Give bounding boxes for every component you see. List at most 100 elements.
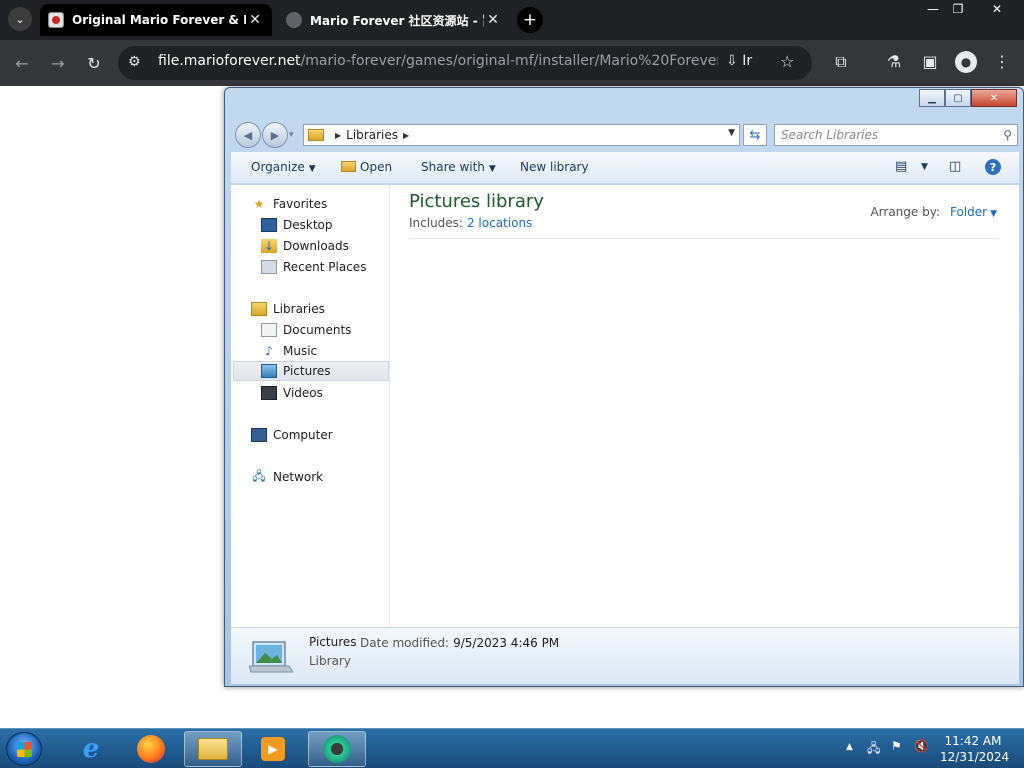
divider [409, 238, 999, 239]
breadcrumb-arrow-icon[interactable]: ▶ [403, 131, 409, 140]
back-icon[interactable]: ◀ [235, 122, 261, 148]
documents-icon [261, 323, 277, 337]
nav-item-libraries[interactable]: Libraries [251, 299, 325, 319]
file-explorer-icon[interactable] [184, 731, 242, 767]
forward-icon[interactable]: ▶ [262, 122, 288, 148]
arrange-by-dropdown[interactable]: Folder [950, 205, 987, 219]
close-icon[interactable]: ✕ [971, 89, 1017, 107]
maximize-icon[interactable]: ▢ [945, 89, 971, 107]
nav-item-music[interactable]: ♪ Music [261, 341, 317, 361]
chevron-down-icon: ▼ [488, 164, 496, 174]
window-caption-buttons: ▁ ▢ ✕ [919, 89, 1017, 107]
site-info-icon[interactable]: ⚙ [128, 54, 141, 70]
clock-date: 12/31/2024 [940, 750, 1010, 764]
address-bar[interactable]: ⚙ file.marioforever.net/mario-forever/ga… [118, 46, 812, 80]
chevron-down-icon[interactable]: ▼ [990, 209, 997, 219]
network-icon: 🖧 [252, 468, 266, 483]
network-tray-icon[interactable]: 🖧 [867, 739, 880, 760]
start-button[interactable] [6, 732, 42, 766]
clock-time: 11:42 AM [944, 734, 1002, 748]
url-text[interactable]: file.marioforever.net/mario-forever/game… [158, 53, 718, 69]
address-bar[interactable]: ▶ Libraries ▶ ▼ [303, 124, 740, 146]
nav-item-pictures[interactable]: Pictures [233, 361, 389, 381]
search-input[interactable]: Search Libraries ⚲ [774, 124, 1018, 146]
explorer-nav-row: ◀ ▶ ▾ ▶ Libraries ▶ ▼ ⇆ Search Libraries… [231, 122, 1019, 148]
help-icon[interactable]: ? [985, 159, 1001, 175]
star-icon: ★ [253, 197, 265, 211]
libraries-icon [308, 129, 324, 141]
close-icon[interactable]: ✕ [975, 0, 1019, 18]
nav-item-favorites[interactable]: ★ Favorites [251, 194, 328, 214]
nav-item-downloads[interactable]: ↓ Downloads [261, 236, 349, 256]
nav-item-documents[interactable]: Documents [261, 320, 351, 340]
green-app-icon[interactable] [308, 731, 366, 767]
side-panel-icon[interactable]: ▣ [918, 52, 942, 71]
recent-places-icon [261, 260, 277, 274]
taskbar: e ▶ ▲ 🖧 ⚑ 🔇 11:42 AM 12/31/2024 [0, 728, 1024, 768]
share-with-button[interactable]: Share with ▼ [421, 160, 496, 174]
chevron-down-icon: ▼ [308, 164, 316, 174]
videos-icon [261, 386, 277, 400]
volume-muted-icon[interactable]: 🔇 [914, 739, 929, 753]
extensions-icon[interactable]: ⧉ [829, 52, 853, 72]
nav-item-desktop[interactable]: Desktop [261, 215, 333, 235]
show-hidden-icons-icon[interactable]: ▲ [846, 742, 853, 752]
arrange-by: Arrange by: Folder ▼ [870, 205, 997, 219]
back-icon[interactable]: ← [10, 51, 34, 75]
nav-item-computer[interactable]: Computer [251, 425, 333, 445]
recent-pages-icon[interactable]: ▾ [289, 130, 294, 140]
details-item-name: Pictures [309, 635, 357, 649]
view-options-icon[interactable]: ▼ [921, 162, 928, 172]
tab-close-icon[interactable]: ✕ [246, 12, 264, 28]
nav-item-recent-places[interactable]: Recent Places [261, 257, 366, 277]
desktop-icon [261, 218, 277, 232]
organize-button[interactable]: Organize ▼ [251, 160, 316, 174]
includes-locations-link[interactable]: 2 locations [467, 216, 532, 230]
profile-icon[interactable]: ● [955, 51, 977, 73]
tab-search-icon[interactable]: ⌄ [8, 7, 32, 31]
music-icon: ♪ [265, 344, 273, 358]
clock[interactable]: 11:42 AM 12/31/2024 [940, 733, 1010, 765]
page-title: Pictures library [409, 191, 544, 212]
bookmark-star-icon[interactable]: ☆ [780, 52, 794, 71]
tab-title: Original Mario Forever & MF R [72, 13, 246, 27]
tab-close-icon[interactable]: ✕ [484, 12, 502, 28]
address-dropdown-icon[interactable]: ▼ [728, 128, 735, 138]
preview-pane-icon[interactable]: ◫ [949, 159, 961, 174]
breadcrumb[interactable]: Libraries [346, 128, 398, 142]
tab-favicon [48, 12, 64, 28]
nav-item-videos[interactable]: Videos [261, 383, 323, 403]
install-icon[interactable]: ⇩ Ir [726, 53, 752, 69]
action-center-flag-icon[interactable]: ⚑ [891, 739, 902, 753]
internet-explorer-icon[interactable]: e [62, 731, 120, 767]
pictures-library-icon [249, 641, 293, 673]
search-icon[interactable]: ⚲ [1003, 128, 1012, 142]
new-library-button[interactable]: New library [520, 160, 589, 174]
reload-icon[interactable]: ↻ [82, 51, 106, 75]
browser-tab-strip: ⌄ Original Mario Forever & MF R ✕ Mario … [0, 0, 1024, 40]
change-view-icon[interactable]: ▤ [895, 159, 907, 174]
library-includes: Includes: 2 locations [409, 216, 533, 230]
new-tab-icon[interactable]: + [517, 7, 543, 33]
restore-icon[interactable]: ❐ [940, 0, 976, 18]
forward-icon[interactable]: → [46, 51, 70, 75]
breadcrumb-arrow-icon[interactable]: ▶ [335, 131, 341, 140]
downloads-icon: ↓ [261, 239, 277, 253]
browser-tab-active[interactable]: Original Mario Forever & MF R ✕ [40, 4, 272, 36]
folder-icon [341, 161, 356, 172]
labs-icon[interactable]: ⚗ [882, 52, 906, 71]
explorer-content: ★ Favorites Desktop ↓ Downloads Recent Pla… [231, 185, 1019, 627]
tab-favicon [286, 12, 302, 28]
nav-item-network[interactable]: 🖧 Network [251, 467, 323, 487]
open-button[interactable]: Open [341, 160, 392, 174]
more-menu-icon[interactable]: ⋮ [990, 52, 1014, 71]
details-date-modified: Date modified: 9/5/2023 4:46 PM [360, 636, 560, 650]
firefox-icon[interactable] [122, 731, 180, 767]
refresh-icon[interactable]: ⇆ [743, 124, 767, 146]
media-player-icon[interactable]: ▶ [244, 731, 302, 767]
minimize-icon[interactable]: ▁ [919, 89, 945, 107]
command-bar: Organize ▼ Open Share with ▼ New library ▤… [231, 152, 1019, 184]
library-pane: Pictures library Includes: 2 locations Ar… [391, 185, 1019, 627]
pictures-icon [261, 364, 277, 378]
browser-tab-inactive[interactable]: Mario Forever 社区资源站 - 旨 ✕ [278, 4, 510, 36]
